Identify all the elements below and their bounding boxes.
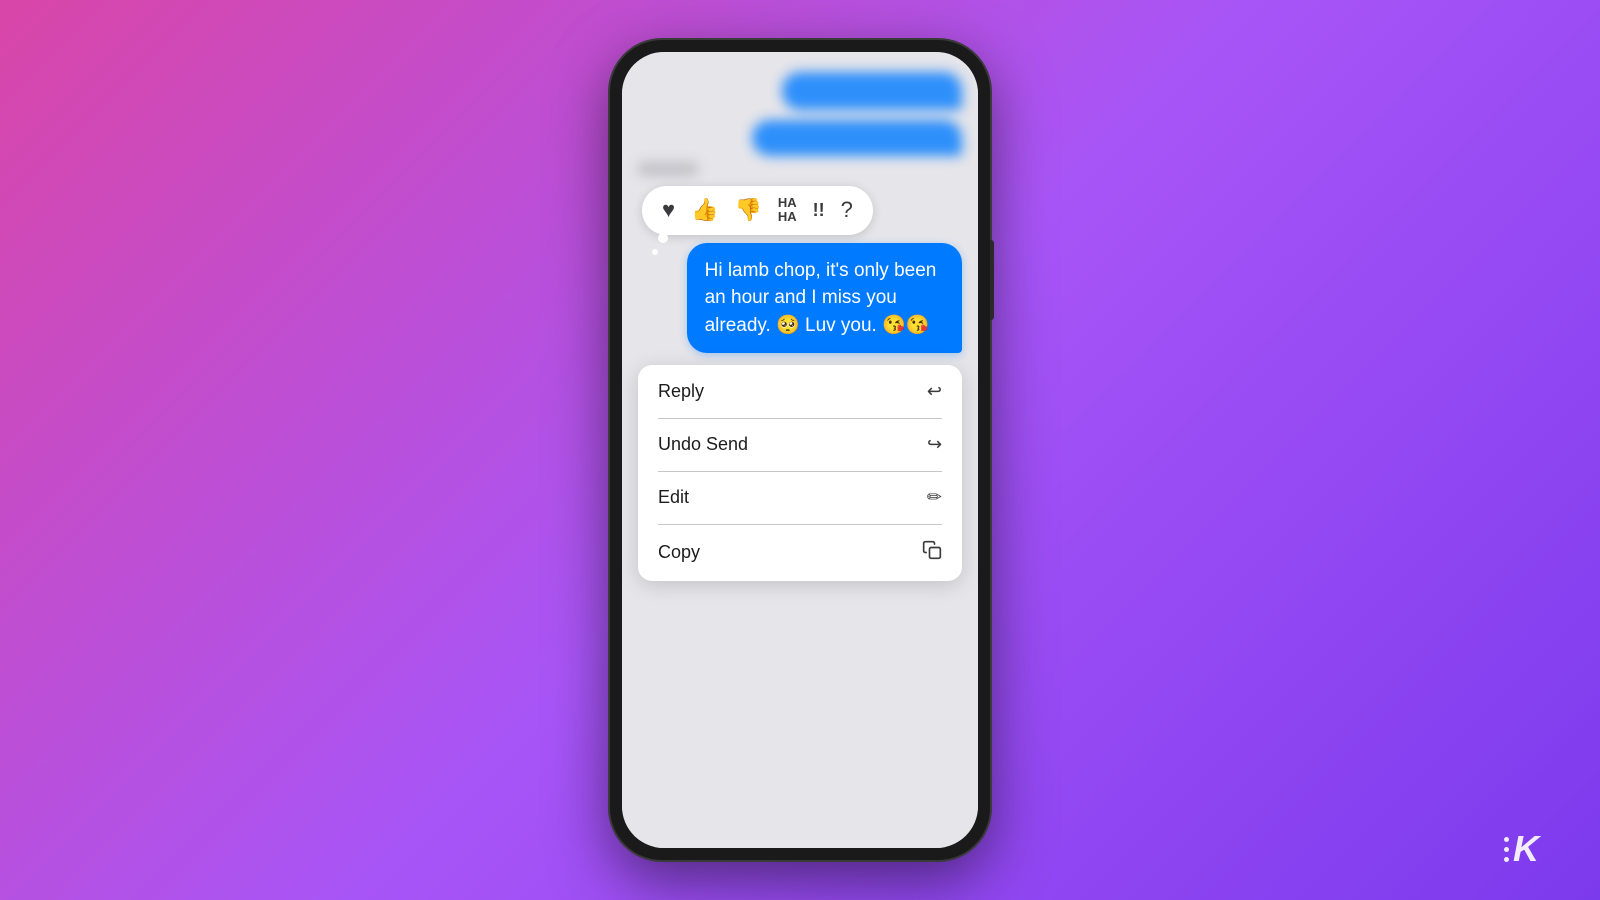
edit-label: Edit [658, 487, 689, 508]
haha-reaction-icon[interactable]: HAHA [778, 196, 797, 225]
phone-wrapper: ♥ 👍 👎 HAHA !! ? Hi lamb chop, it's only … [610, 40, 990, 860]
main-message-area: Hi lamb chop, it's only been an hour and… [622, 243, 978, 366]
message-timestamp [638, 162, 698, 176]
main-message-text: Hi lamb chop, it's only been an hour and… [705, 260, 937, 336]
watermark-dot-3 [1504, 857, 1509, 862]
reply-label: Reply [658, 381, 704, 402]
phone-frame: ♥ 👍 👎 HAHA !! ? Hi lamb chop, it's only … [610, 40, 990, 860]
heart-reaction-icon[interactable]: ♥ [662, 197, 675, 223]
watermark-dots [1504, 837, 1509, 862]
undo-send-icon: ↩ [927, 434, 942, 455]
watermark-logo: K [1504, 828, 1540, 870]
undo-send-menu-item[interactable]: Undo Send ↩ [638, 418, 962, 471]
reply-icon: ↩ [927, 381, 942, 402]
main-message-bubble: Hi lamb chop, it's only been an hour and… [687, 243, 962, 354]
phone-screen: ♥ 👍 👎 HAHA !! ? Hi lamb chop, it's only … [622, 52, 978, 848]
watermark-dot-2 [1504, 847, 1509, 852]
exclaim-reaction-icon[interactable]: !! [813, 200, 825, 221]
reply-menu-item[interactable]: Reply ↩ [638, 365, 962, 418]
blurred-bubble-1 [782, 72, 962, 110]
undo-send-label: Undo Send [658, 434, 748, 455]
copy-icon [922, 540, 942, 565]
blurred-messages [622, 52, 978, 186]
edit-menu-item[interactable]: Edit ✏ [638, 471, 962, 524]
watermark: K [1504, 828, 1540, 870]
blurred-bubble-2 [752, 120, 962, 156]
screen-content: ♥ 👍 👎 HAHA !! ? Hi lamb chop, it's only … [622, 52, 978, 848]
thumbsup-reaction-icon[interactable]: 👍 [691, 197, 718, 223]
copy-menu-item[interactable]: Copy [638, 524, 962, 581]
watermark-dot-1 [1504, 837, 1509, 842]
watermark-letter: K [1513, 828, 1540, 870]
edit-icon: ✏ [927, 487, 942, 508]
reaction-bar: ♥ 👍 👎 HAHA !! ? [642, 186, 873, 235]
thumbsdown-reaction-icon[interactable]: 👎 [734, 197, 761, 223]
context-menu: Reply ↩ Undo Send ↩ Edit ✏ Copy [638, 365, 962, 581]
side-button [990, 240, 994, 320]
question-reaction-icon[interactable]: ? [841, 197, 853, 223]
copy-label: Copy [658, 542, 700, 563]
